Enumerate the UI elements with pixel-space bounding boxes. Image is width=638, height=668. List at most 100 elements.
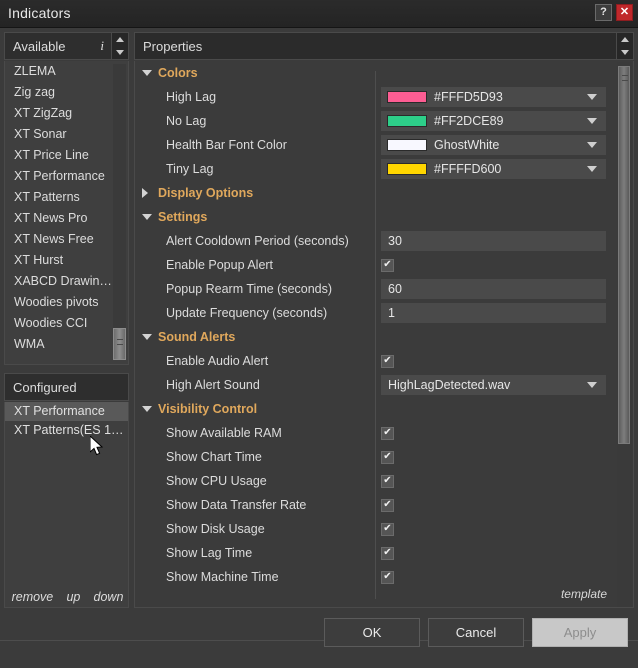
apply-button[interactable]: Apply <box>532 618 628 647</box>
available-list-scrollbar-track[interactable] <box>113 64 126 360</box>
property-checkbox[interactable]: ✔ <box>381 354 394 368</box>
properties-section-header[interactable]: Display Options <box>135 181 611 205</box>
property-row: Show Available RAM ✔ <box>135 421 611 445</box>
properties-scroll-area[interactable]: Colors High Lag #FFFD5D93 No Lag #FF2DCE89 He… <box>135 61 611 606</box>
available-spinner[interactable] <box>111 33 128 59</box>
property-value: HighLagDetected.wav <box>388 378 511 392</box>
configured-indicator-list[interactable]: XT Performance XT Patterns(ES 1… remove u… <box>4 402 129 608</box>
window-title: Indicators <box>8 5 71 21</box>
color-swatch <box>387 163 427 175</box>
chevron-right-icon[interactable] <box>142 188 148 198</box>
available-list-item[interactable]: XT Patterns <box>5 187 128 208</box>
configured-list-item[interactable]: XT Patterns(ES 1… <box>5 421 128 440</box>
property-row: Show Chart Time ✔ <box>135 445 611 469</box>
available-list-item[interactable]: WMA <box>5 334 128 355</box>
chevron-up-icon[interactable] <box>116 37 124 42</box>
property-text-input[interactable]: 1 <box>381 303 606 323</box>
property-checkbox[interactable]: ✔ <box>381 522 394 536</box>
chevron-down-icon[interactable] <box>587 94 597 100</box>
property-dropdown[interactable]: HighLagDetected.wav <box>381 375 606 395</box>
configured-actions: remove up down <box>5 590 130 604</box>
available-list-item[interactable]: XT ZigZag <box>5 103 128 124</box>
cancel-button[interactable]: Cancel <box>428 618 524 647</box>
chevron-down-icon[interactable] <box>621 50 629 55</box>
property-row: High Lag #FFFD5D93 <box>135 85 611 109</box>
property-row: Tiny Lag #FFFFD600 <box>135 157 611 181</box>
properties-section-label: Colors <box>158 66 198 80</box>
property-label: Show Available RAM <box>166 426 282 440</box>
chevron-down-icon[interactable] <box>587 118 597 124</box>
chevron-down-icon[interactable] <box>142 70 152 76</box>
properties-section-header[interactable]: Visibility Control <box>135 397 611 421</box>
move-up-button[interactable]: up <box>66 590 80 604</box>
property-checkbox[interactable]: ✔ <box>381 570 394 584</box>
property-row: Show Machine Time ✔ <box>135 565 611 589</box>
available-list-item[interactable]: ZLEMA <box>5 61 128 82</box>
properties-section-header[interactable]: Colors <box>135 61 611 85</box>
property-value: GhostWhite <box>434 138 500 152</box>
chevron-down-icon[interactable] <box>142 406 152 412</box>
chevron-up-icon[interactable] <box>621 37 629 42</box>
properties-header: Properties <box>134 32 634 60</box>
available-list-item[interactable]: XABCD Drawin… <box>5 271 128 292</box>
property-label: Enable Audio Alert <box>166 354 269 368</box>
property-label: Show Data Transfer Rate <box>166 498 307 512</box>
property-label: Alert Cooldown Period (seconds) <box>166 234 349 248</box>
property-value: 1 <box>388 306 395 320</box>
available-list-item[interactable]: Zig zag <box>5 82 128 103</box>
property-checkbox[interactable]: ✔ <box>381 474 394 488</box>
available-list-item[interactable]: XT Sonar <box>5 124 128 145</box>
properties-section-header[interactable]: Sound Alerts <box>135 325 611 349</box>
property-value: 30 <box>388 234 402 248</box>
property-color-dropdown[interactable]: #FFFFD600 <box>381 159 606 179</box>
property-checkbox[interactable]: ✔ <box>381 450 394 464</box>
properties-section-header[interactable]: Settings <box>135 205 611 229</box>
available-list-item[interactable]: XT Performance <box>5 166 128 187</box>
properties-scrollbar-thumb[interactable] <box>618 66 630 444</box>
chevron-down-icon[interactable] <box>142 334 152 340</box>
property-checkbox[interactable]: ✔ <box>381 258 394 272</box>
property-label: Show CPU Usage <box>166 474 267 488</box>
property-row: Health Bar Font Color GhostWhite <box>135 133 611 157</box>
properties-header-label: Properties <box>143 38 203 54</box>
property-label: Show Disk Usage <box>166 522 265 536</box>
available-list-item[interactable]: Woodies pivots <box>5 292 128 313</box>
configured-header: Configured <box>4 373 129 401</box>
chevron-down-icon[interactable] <box>142 214 152 220</box>
property-text-input[interactable]: 30 <box>381 231 606 251</box>
color-swatch <box>387 115 427 127</box>
available-list-item[interactable]: XT News Free <box>5 229 128 250</box>
available-list-item[interactable]: XT Hurst <box>5 250 128 271</box>
property-value: #FFFFD600 <box>434 162 502 176</box>
property-label: No Lag <box>166 114 207 128</box>
property-color-dropdown[interactable]: #FFFD5D93 <box>381 87 606 107</box>
chevron-down-icon[interactable] <box>587 142 597 148</box>
property-value: 60 <box>388 282 402 296</box>
available-list-item[interactable]: Woodies CCI <box>5 313 128 334</box>
remove-button[interactable]: remove <box>12 590 54 604</box>
property-checkbox[interactable]: ✔ <box>381 546 394 560</box>
available-indicator-list[interactable]: ZLEMA Zig zag XT ZigZag XT Sonar XT Price Li… <box>4 61 129 365</box>
help-button[interactable]: ? <box>595 4 612 21</box>
property-color-dropdown[interactable]: GhostWhite <box>381 135 606 155</box>
chevron-down-icon[interactable] <box>587 166 597 172</box>
template-link[interactable]: template <box>561 587 607 601</box>
property-text-input[interactable]: 60 <box>381 279 606 299</box>
available-list-item[interactable]: XT News Pro <box>5 208 128 229</box>
property-checkbox[interactable]: ✔ <box>381 498 394 512</box>
move-down-button[interactable]: down <box>94 590 124 604</box>
info-icon[interactable]: i <box>100 38 111 54</box>
available-list-item[interactable]: XT Price Line <box>5 145 128 166</box>
property-color-dropdown[interactable]: #FF2DCE89 <box>381 111 606 131</box>
close-icon[interactable]: ✕ <box>616 4 633 21</box>
property-row: Enable Popup Alert ✔ <box>135 253 611 277</box>
property-label: Show Lag Time <box>166 546 253 560</box>
available-list-scrollbar-thumb[interactable] <box>113 328 126 360</box>
configured-list-item[interactable]: XT Performance <box>5 402 128 421</box>
ok-button[interactable]: OK <box>324 618 420 647</box>
chevron-down-icon[interactable] <box>116 50 124 55</box>
chevron-down-icon[interactable] <box>587 382 597 388</box>
property-label: Tiny Lag <box>166 162 214 176</box>
properties-spinner[interactable] <box>616 33 633 59</box>
property-checkbox[interactable]: ✔ <box>381 426 394 440</box>
